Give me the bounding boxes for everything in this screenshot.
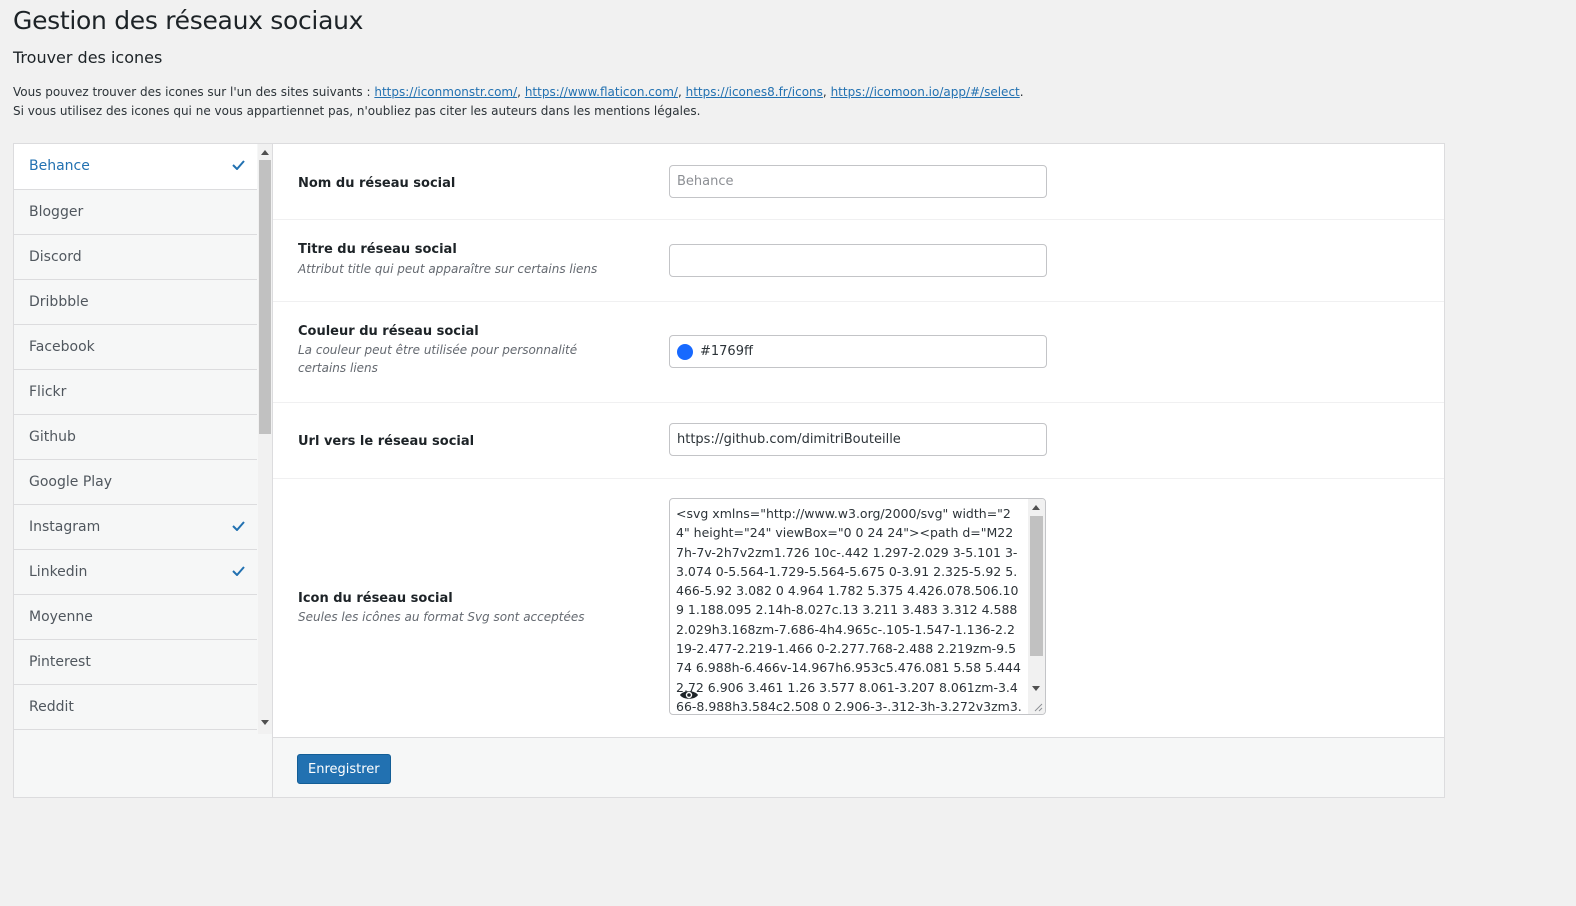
title-description: Attribut title qui peut apparaître sur c… bbox=[298, 262, 598, 276]
sidebar-item-label: Github bbox=[29, 429, 76, 445]
scroll-down-arrow-icon[interactable] bbox=[1032, 686, 1040, 691]
link-separator: , bbox=[822, 85, 831, 99]
check-icon bbox=[232, 566, 245, 576]
color-value: #1769ff bbox=[700, 344, 753, 359]
url-input[interactable] bbox=[669, 423, 1047, 456]
title-input[interactable] bbox=[669, 244, 1047, 277]
sidebar-item-google-play[interactable]: Google Play bbox=[14, 460, 257, 505]
sidebar-item-discord[interactable]: Discord bbox=[14, 235, 257, 280]
icon-description: Seules les icônes au format Svg sont acc… bbox=[298, 610, 585, 624]
name-input[interactable] bbox=[669, 165, 1047, 198]
link-iconmonstr[interactable]: https://iconmonstr.com/ bbox=[374, 85, 517, 99]
network-list: Behance Blogger Discord Dribbble Faceboo… bbox=[14, 144, 257, 730]
color-picker-field[interactable]: #1769ff bbox=[669, 335, 1047, 368]
sidebar-item-label: Facebook bbox=[29, 339, 95, 355]
sidebar-item-label: Dribbble bbox=[29, 294, 89, 310]
eye-icon[interactable] bbox=[679, 688, 699, 702]
color-swatch[interactable] bbox=[677, 344, 693, 360]
sidebar-item-behance[interactable]: Behance bbox=[14, 144, 257, 190]
sidebar-item-label: Blogger bbox=[29, 204, 84, 220]
intro-prefix: Vous pouvez trouver des icones sur l'un … bbox=[13, 85, 375, 99]
resize-handle-icon[interactable] bbox=[1034, 703, 1043, 712]
sidebar-item-blogger[interactable]: Blogger bbox=[14, 190, 257, 235]
textarea-scrollbar[interactable] bbox=[1028, 499, 1045, 714]
svg-code-editor: <svg xmlns="http://www.w3.org/2000/svg" … bbox=[669, 498, 1046, 715]
sidebar-item-linkedin[interactable]: Linkedin bbox=[14, 550, 257, 595]
sidebar-item-label: Google Play bbox=[29, 474, 113, 490]
network-form: Nom du réseau social Titre du réseau soc… bbox=[273, 144, 1444, 797]
check-icon bbox=[232, 521, 245, 531]
link-icones8[interactable]: https://icones8.fr/icons bbox=[686, 85, 823, 99]
sidebar-item-dribbble[interactable]: Dribbble bbox=[14, 280, 257, 325]
form-footer: Enregistrer bbox=[273, 737, 1444, 797]
name-label: Nom du réseau social bbox=[298, 176, 456, 191]
link-icomoon[interactable]: https://icomoon.io/app/#/select bbox=[831, 85, 1020, 99]
sidebar-item-facebook[interactable]: Facebook bbox=[14, 325, 257, 370]
intro-text: Vous pouvez trouver des icones sur l'un … bbox=[13, 85, 1313, 99]
textarea-scroll-thumb[interactable] bbox=[1030, 516, 1043, 656]
svg-code-textarea[interactable]: <svg xmlns="http://www.w3.org/2000/svg" … bbox=[670, 499, 1028, 714]
sidebar-item-label: Flickr bbox=[29, 384, 67, 400]
form-row-title: Titre du réseau social Attribut title qu… bbox=[273, 220, 1444, 302]
link-separator: , bbox=[677, 85, 686, 99]
sidebar-item-label: Instagram bbox=[29, 519, 101, 535]
save-button[interactable]: Enregistrer bbox=[297, 754, 391, 784]
scroll-up-arrow-icon[interactable] bbox=[1032, 505, 1040, 510]
sidebar-item-label: Reddit bbox=[29, 699, 74, 715]
sidebar-scroll-thumb[interactable] bbox=[259, 160, 271, 434]
intro-legal-notice: Si vous utilisez des icones qui ne vous … bbox=[13, 104, 701, 118]
intro-suffix: . bbox=[1019, 85, 1024, 99]
color-description: La couleur peut être utilisée pour perso… bbox=[298, 343, 578, 375]
sidebar-item-flickr[interactable]: Flickr bbox=[14, 370, 257, 415]
sidebar-item-label: Behance bbox=[29, 158, 90, 174]
color-label: Couleur du réseau social bbox=[298, 324, 479, 339]
form-row-url: Url vers le réseau social bbox=[273, 403, 1444, 479]
sidebar-item-moyenne[interactable]: Moyenne bbox=[14, 595, 257, 640]
sidebar-item-label: Linkedin bbox=[29, 564, 88, 580]
sidebar-scrollbar[interactable] bbox=[258, 144, 272, 734]
page-title: Gestion des réseaux sociaux bbox=[13, 6, 364, 35]
icon-label: Icon du réseau social bbox=[298, 591, 453, 606]
settings-panel: Behance Blogger Discord Dribbble Faceboo… bbox=[13, 143, 1445, 798]
form-row-name: Nom du réseau social bbox=[273, 144, 1444, 220]
url-label: Url vers le réseau social bbox=[298, 434, 475, 449]
sidebar-item-github[interactable]: Github bbox=[14, 415, 257, 460]
sidebar-item-instagram[interactable]: Instagram bbox=[14, 505, 257, 550]
title-label: Titre du réseau social bbox=[298, 242, 457, 257]
sidebar-item-reddit[interactable]: Reddit bbox=[14, 685, 257, 730]
sidebar-item-pinterest[interactable]: Pinterest bbox=[14, 640, 257, 685]
link-flaticon[interactable]: https://www.flaticon.com/ bbox=[525, 85, 678, 99]
scroll-down-arrow-icon[interactable] bbox=[261, 720, 269, 725]
network-sidebar: Behance Blogger Discord Dribbble Faceboo… bbox=[14, 144, 273, 797]
sidebar-item-label: Pinterest bbox=[29, 654, 91, 670]
sidebar-item-label: Moyenne bbox=[29, 609, 93, 625]
section-title: Trouver des icones bbox=[13, 48, 163, 67]
link-separator: , bbox=[517, 85, 525, 99]
scroll-up-arrow-icon[interactable] bbox=[261, 150, 269, 155]
check-icon bbox=[232, 160, 245, 170]
sidebar-item-label: Discord bbox=[29, 249, 82, 265]
